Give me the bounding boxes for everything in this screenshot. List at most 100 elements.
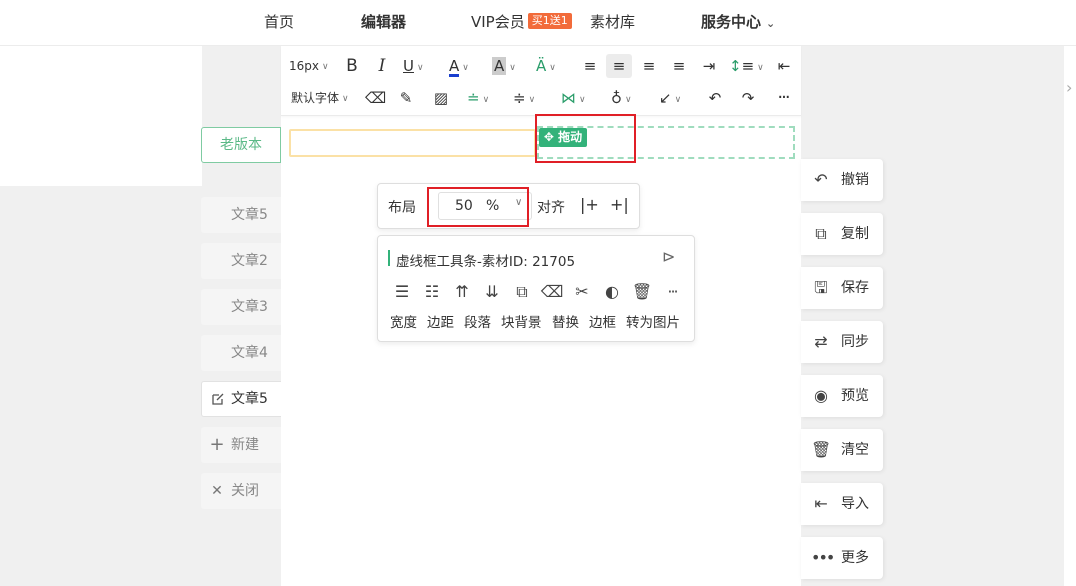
undo-icon[interactable]: ↶: [705, 86, 725, 110]
undo-icon: ↶: [814, 170, 828, 189]
paragraph-down-icon[interactable]: ⇊: [480, 282, 504, 302]
copy-button[interactable]: ⧉ 复制: [801, 213, 883, 255]
redo-icon[interactable]: ↷: [738, 86, 758, 110]
paragraph-up-icon[interactable]: ⇈: [450, 282, 474, 302]
image-icon[interactable]: ▨: [431, 86, 451, 110]
align-left-edge-icon[interactable]: |+: [580, 195, 599, 214]
copy-icon: ⧉: [815, 224, 827, 243]
font-family-value: 默认字体: [291, 91, 340, 105]
layout-label: 布局: [388, 200, 416, 216]
highlight-color-icon[interactable]: A ∨: [492, 54, 516, 78]
close-article-button[interactable]: ✕ 关闭: [201, 473, 281, 509]
nav-vip-label: VIP会员: [471, 13, 525, 31]
copy-label: 复制: [841, 226, 869, 242]
play-icon[interactable]: ⊳: [662, 247, 675, 266]
tool-label-border[interactable]: 边框: [589, 311, 616, 331]
bold-icon[interactable]: B: [343, 54, 361, 78]
align-right-icon[interactable]: ≡: [640, 54, 658, 78]
new-article-button[interactable]: + 新建: [201, 427, 281, 463]
article-tab-label: 文章4: [231, 345, 268, 361]
tool-label-width[interactable]: 宽度: [390, 311, 417, 331]
clear-label: 清空: [841, 442, 869, 458]
arrow-down-left-icon[interactable]: ↙ ∨: [659, 86, 681, 110]
font-size-select[interactable]: 16px ∨: [289, 54, 329, 78]
sync-button[interactable]: ⇄ 同步: [801, 321, 883, 363]
old-version-button[interactable]: 老版本: [201, 127, 281, 163]
preview-button[interactable]: ◉ 预览: [801, 375, 883, 417]
article-tab-4[interactable]: 文章4: [201, 335, 281, 371]
bulb-icon[interactable]: ♁ ∨: [611, 86, 632, 110]
sync-label: 同步: [841, 334, 869, 350]
content-block[interactable]: [289, 129, 536, 157]
nav-home-link[interactable]: 首页: [264, 0, 294, 46]
more-label: 更多: [841, 550, 869, 566]
tool-label-to-image[interactable]: 转为图片: [626, 311, 680, 331]
text-effect-icon[interactable]: Ä ∨: [536, 54, 556, 78]
article-tab-label: 文章3: [231, 299, 268, 315]
font-family-select[interactable]: 默认字体 ∨: [291, 86, 349, 110]
italic-icon[interactable]: I: [373, 54, 391, 78]
margin-icon[interactable]: ☷: [420, 282, 444, 302]
nav-materials-link[interactable]: 素材库: [590, 0, 635, 46]
tool-label-margin[interactable]: 边距: [427, 311, 454, 331]
indent-both-icon[interactable]: ⋈ ∨: [561, 86, 586, 110]
indent-icon[interactable]: ⇥: [700, 54, 718, 78]
trash-icon: 🗑: [811, 440, 832, 459]
font-size-value: 16px: [289, 59, 319, 73]
preview-label: 预览: [841, 388, 869, 404]
tool-label-replace[interactable]: 替换: [552, 311, 579, 331]
import-button[interactable]: ⇤ 导入: [801, 483, 883, 525]
nav-vip-link[interactable]: VIP会员 买1送1: [471, 0, 572, 46]
close-icon: ✕: [211, 483, 223, 499]
more-icon[interactable]: ···: [660, 282, 684, 302]
copy-icon[interactable]: ⧉: [510, 282, 534, 302]
trash-icon[interactable]: 🗑: [630, 282, 654, 302]
exit-icon[interactable]: ⇤: [775, 54, 793, 78]
tool-label-block-bg[interactable]: 块背景: [501, 311, 542, 331]
undo-label: 撤销: [841, 172, 869, 188]
align-right-edge-icon[interactable]: +|: [610, 195, 629, 214]
format-brush-icon[interactable]: ✎: [397, 86, 415, 110]
right-collapse-strip: [1064, 46, 1076, 586]
more-button[interactable]: ••• 更多: [801, 537, 883, 579]
article-tab-2[interactable]: 文章2: [201, 243, 281, 279]
eraser-icon[interactable]: ⌫: [540, 282, 564, 302]
chevron-right-icon[interactable]: ›: [1066, 78, 1072, 97]
contrast-icon[interactable]: ◐: [600, 282, 624, 302]
tool-label-paragraph[interactable]: 段落: [464, 311, 491, 331]
divider-icon[interactable]: ≑ ∨: [513, 86, 535, 110]
plus-icon: +: [209, 434, 225, 455]
underline-icon[interactable]: U ∨: [403, 54, 424, 78]
nav-service-menu[interactable]: 服务中心 ⌄: [701, 0, 775, 46]
undo-button[interactable]: ↶ 撤销: [801, 159, 883, 201]
tools-panel-title: 虚线框工具条-素材ID: 21705: [396, 254, 576, 270]
line-height-icon[interactable]: ↕≡ ∨: [729, 54, 764, 78]
font-color-icon[interactable]: A ∨: [449, 54, 469, 78]
save-button[interactable]: 🖫 保存: [801, 267, 883, 309]
nav-editor-link[interactable]: 编辑器: [361, 0, 406, 46]
paragraph-spacing-icon[interactable]: ≐ ∨: [467, 86, 489, 110]
more-icon[interactable]: ···: [772, 86, 794, 110]
more-icon: •••: [811, 548, 835, 567]
chevron-down-icon: ∨: [342, 94, 349, 104]
scissors-icon[interactable]: ✂: [570, 282, 594, 302]
close-article-label: 关闭: [231, 483, 259, 499]
sync-icon: ⇄: [814, 332, 828, 351]
eye-icon: ◉: [814, 386, 828, 405]
align-justify-icon[interactable]: ≡: [670, 54, 688, 78]
eraser-icon[interactable]: ⌫: [365, 86, 386, 110]
article-tab-1[interactable]: 文章5: [201, 197, 281, 233]
article-tab-label: 文章5: [231, 391, 268, 407]
align-center-icon[interactable]: ≡: [606, 54, 632, 78]
align-left-icon[interactable]: ≡: [581, 54, 599, 78]
highlight-box-percent: [427, 187, 529, 227]
article-tab-active[interactable]: 文章5: [201, 381, 281, 417]
import-label: 导入: [841, 496, 869, 512]
width-icon[interactable]: ☰: [390, 282, 414, 302]
nav-service-label: 服务中心: [701, 13, 762, 31]
clear-button[interactable]: 🗑 清空: [801, 429, 883, 471]
highlight-box-drag: [535, 114, 636, 163]
save-label: 保存: [841, 280, 869, 296]
article-tab-3[interactable]: 文章3: [201, 289, 281, 325]
import-icon: ⇤: [814, 494, 828, 513]
